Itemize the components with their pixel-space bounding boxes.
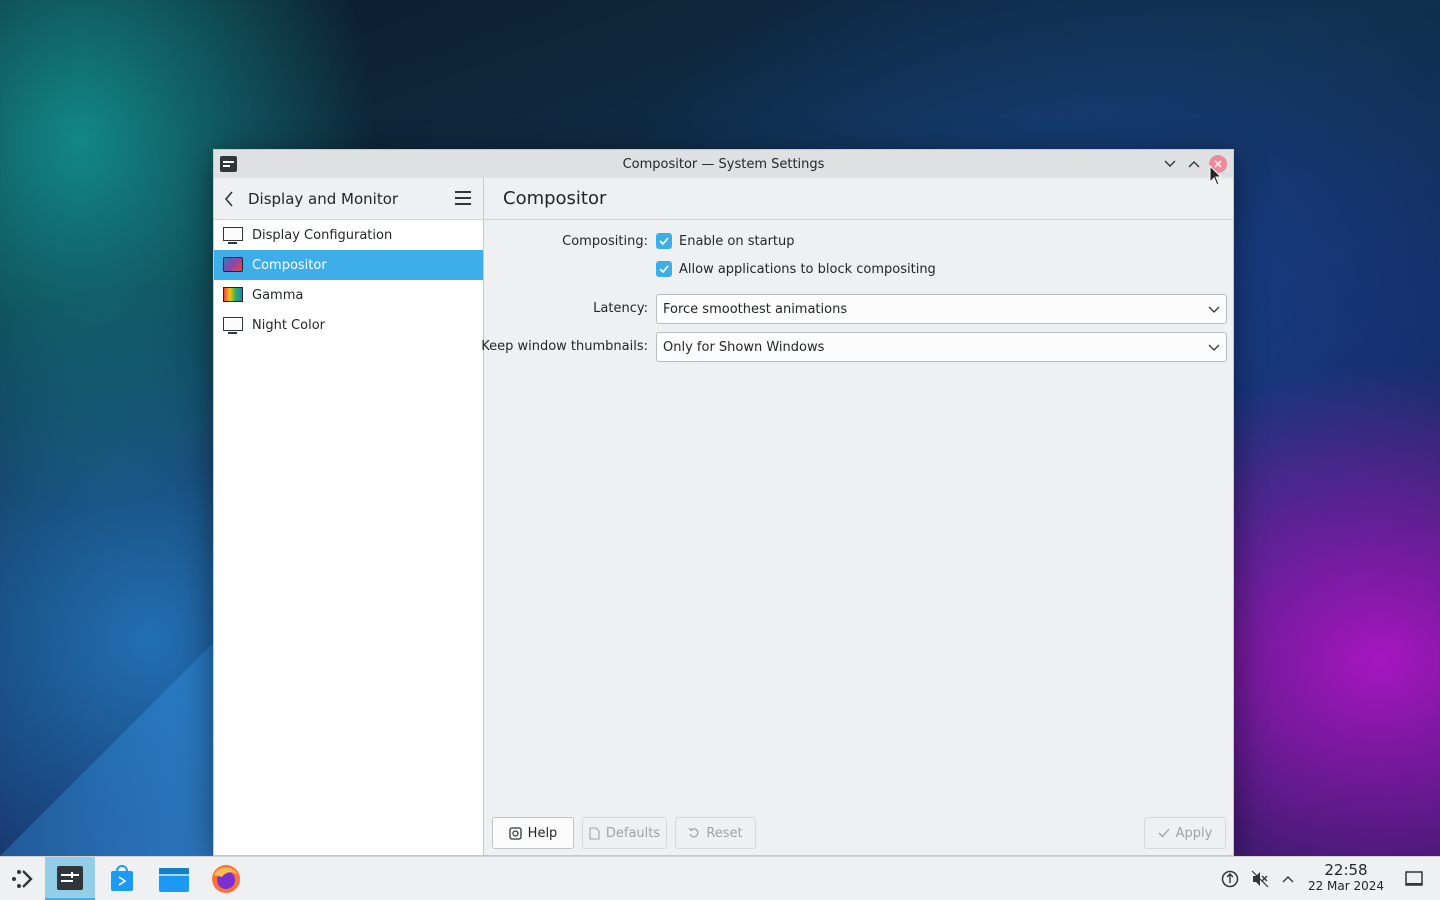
- sidebar-list: Display Configuration Compositor Gamma N…: [214, 220, 483, 340]
- reset-button[interactable]: Reset: [675, 817, 756, 849]
- page-title: Compositor: [503, 188, 607, 209]
- help-button[interactable]: Help: [492, 817, 574, 849]
- undo-icon: [688, 827, 699, 838]
- sidebar-item-night-color[interactable]: Night Color: [214, 310, 483, 340]
- maximize-button[interactable]: [1186, 156, 1202, 172]
- network-icon: [1221, 870, 1239, 888]
- apply-button-label: Apply: [1175, 825, 1213, 841]
- sidebar-title: Display and Monitor: [248, 189, 399, 208]
- monitor-icon: [223, 317, 243, 334]
- sidebar: Display and Monitor Display Configuratio…: [214, 178, 484, 855]
- sidebar-item-label: Gamma: [252, 287, 304, 303]
- latency-label: Latency:: [593, 301, 648, 316]
- chevron-down-icon: [1208, 306, 1220, 313]
- chevron-up-icon: [1188, 161, 1200, 168]
- sidebar-item-label: Compositor: [252, 257, 327, 273]
- defaults-button-label: Defaults: [605, 825, 661, 841]
- volume-tray-icon[interactable]: [1250, 869, 1270, 889]
- system-settings-app-icon[interactable]: [220, 156, 237, 172]
- monitor-icon: [223, 227, 243, 244]
- compositing-label: Compositing:: [562, 234, 648, 249]
- allow-block-compositing-checkbox[interactable]: Allow applications to block compositing: [656, 261, 936, 277]
- reset-button-label: Reset: [706, 825, 743, 841]
- thumbnails-value: Only for Shown Windows: [663, 339, 825, 355]
- sidebar-item-display-configuration[interactable]: Display Configuration: [214, 220, 483, 250]
- help-icon: [509, 826, 522, 840]
- sidebar-header: Display and Monitor: [214, 178, 483, 220]
- defaults-button[interactable]: Defaults: [582, 817, 667, 849]
- checkmark-icon: [1158, 828, 1170, 838]
- system-settings-window: Compositor — System Settings Display and…: [213, 149, 1234, 856]
- clock-time: 22:58: [1324, 861, 1368, 879]
- firefox-icon: [212, 865, 240, 893]
- checkbox-checked-icon[interactable]: [656, 261, 672, 277]
- hamburger-menu-button[interactable]: [455, 191, 471, 205]
- tray-expand-button[interactable]: [1278, 869, 1298, 889]
- thumbnails-combobox[interactable]: Only for Shown Windows: [656, 332, 1227, 362]
- apply-button[interactable]: Apply: [1144, 817, 1226, 849]
- chevron-up-icon: [1282, 876, 1294, 883]
- taskbar-discover[interactable]: [101, 857, 143, 900]
- latency-combobox[interactable]: Force smoothest animations: [656, 294, 1227, 324]
- enable-on-startup-label: Enable on startup: [679, 233, 795, 249]
- folder-icon: [159, 868, 189, 892]
- taskbar-firefox[interactable]: [204, 857, 248, 900]
- document-icon: [589, 826, 600, 840]
- speaker-muted-icon: [1251, 870, 1269, 888]
- network-tray-icon[interactable]: [1220, 869, 1240, 889]
- show-desktop-icon: [1405, 871, 1423, 886]
- window-title: Compositor — System Settings: [622, 156, 825, 172]
- taskbar-system-settings[interactable]: [45, 857, 95, 900]
- digital-clock[interactable]: 22:58 22 Mar 2024: [1300, 861, 1392, 893]
- sidebar-item-gamma[interactable]: Gamma: [214, 280, 483, 310]
- application-launcher-button[interactable]: [4, 857, 40, 900]
- allow-block-compositing-label: Allow applications to block compositing: [679, 261, 936, 277]
- main-panel: Compositor Compositing: Enable on startu…: [481, 178, 1233, 855]
- back-button[interactable]: [224, 190, 242, 208]
- taskbar: 22:58 22 Mar 2024: [0, 856, 1440, 900]
- gamma-icon: [223, 287, 243, 303]
- enable-on-startup-checkbox[interactable]: Enable on startup: [656, 233, 795, 249]
- thumbnails-label: Keep window thumbnails:: [481, 339, 648, 354]
- system-settings-icon: [57, 865, 83, 890]
- back-arrow-icon: [224, 190, 233, 207]
- show-desktop-button[interactable]: [1404, 869, 1424, 889]
- discover-store-icon: [111, 865, 133, 891]
- launcher-icon: [12, 870, 33, 888]
- titlebar[interactable]: Compositor — System Settings: [214, 150, 1233, 178]
- minimize-button[interactable]: [1162, 156, 1178, 172]
- compositor-icon: [223, 257, 243, 273]
- help-button-label: Help: [527, 825, 558, 841]
- clock-date: 22 Mar 2024: [1307, 879, 1385, 893]
- main-header: Compositor: [485, 178, 1233, 220]
- sidebar-item-compositor[interactable]: Compositor: [214, 250, 483, 280]
- checkbox-checked-icon[interactable]: [656, 233, 672, 249]
- chevron-down-icon: [1208, 344, 1220, 351]
- sidebar-item-label: Display Configuration: [252, 227, 393, 243]
- mouse-cursor-icon: [1209, 165, 1223, 186]
- latency-value: Force smoothest animations: [663, 301, 848, 317]
- sidebar-item-label: Night Color: [252, 317, 325, 333]
- taskbar-file-manager[interactable]: [152, 857, 196, 900]
- chevron-down-icon: [1164, 160, 1176, 167]
